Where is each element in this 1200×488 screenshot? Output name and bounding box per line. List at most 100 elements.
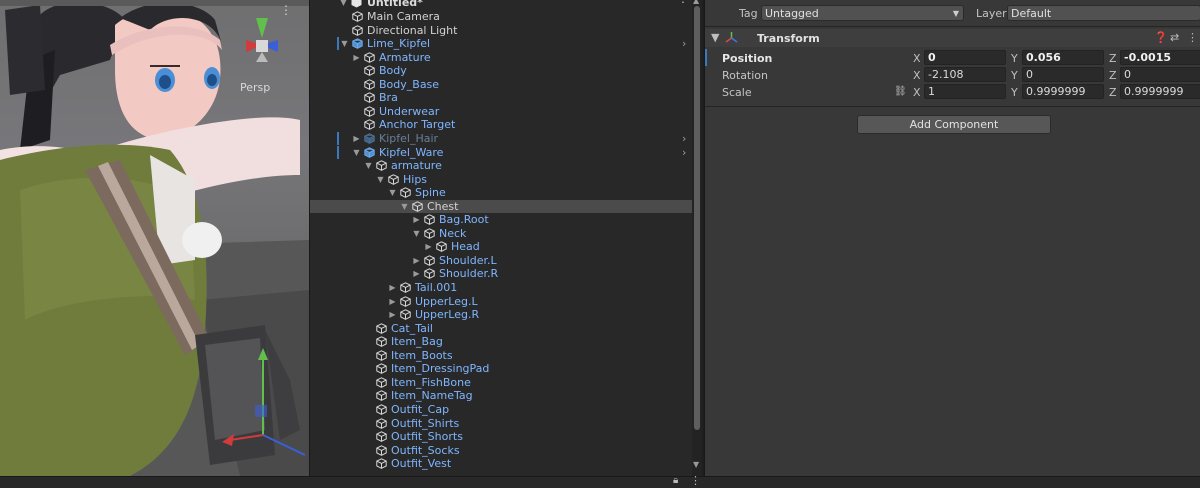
- hierarchy-item[interactable]: Item_Boots: [310, 349, 694, 363]
- scroll-down-icon[interactable]: ▼: [693, 460, 699, 469]
- hierarchy-item[interactable]: Outfit_Cap: [310, 403, 694, 417]
- hierarchy-item[interactable]: ▶ UpperLeg.L: [310, 295, 694, 309]
- axis-x-label[interactable]: X: [913, 86, 921, 99]
- hierarchy-panel[interactable]: ▼ Untitled* ⋮ Main CameraDirectional Lig…: [309, 0, 694, 476]
- hierarchy-item[interactable]: ▼ Spine: [310, 186, 694, 200]
- axis-x-label[interactable]: X: [913, 52, 921, 65]
- scale-z-field[interactable]: 0.9999999: [1120, 84, 1200, 99]
- scene-more-icon[interactable]: ⋮: [280, 3, 292, 17]
- tag-dropdown[interactable]: Untagged ▼: [761, 5, 964, 21]
- hierarchy-item[interactable]: Outfit_Socks: [310, 444, 694, 458]
- hierarchy-item[interactable]: Item_FishBone: [310, 376, 694, 390]
- hierarchy-item[interactable]: ▶ Bag.Root: [310, 213, 694, 227]
- hierarchy-item[interactable]: ▼ Chest: [310, 199, 694, 214]
- hierarchy-item[interactable]: Outfit_Vest: [310, 457, 694, 471]
- position-x-field[interactable]: 0: [924, 50, 1006, 65]
- hierarchy-item[interactable]: ▼ Neck: [310, 227, 694, 241]
- axis-y-label[interactable]: Y: [1011, 52, 1018, 65]
- hierarchy-item[interactable]: ▶ UpperLeg.R: [310, 308, 694, 322]
- hierarchy-item[interactable]: Outfit_Shorts: [310, 430, 694, 444]
- hierarchy-item[interactable]: Bra: [310, 91, 694, 105]
- expand-arrow-right-icon[interactable]: ▶: [412, 215, 421, 224]
- expand-arrow-down-icon[interactable]: ▼: [352, 148, 361, 157]
- expand-arrow-down-icon[interactable]: ▼: [388, 188, 397, 197]
- scroll-up-icon[interactable]: ▲: [693, 0, 699, 5]
- rotation-y-field[interactable]: 0: [1022, 67, 1104, 82]
- expand-arrow-right-icon[interactable]: ▶: [388, 283, 397, 292]
- presets-icon[interactable]: ⇄: [1170, 31, 1179, 44]
- axis-z-label[interactable]: Z: [1109, 52, 1117, 65]
- hierarchy-scrollbar[interactable]: ▲ ▼: [692, 0, 702, 476]
- scale-x-field[interactable]: 1: [924, 84, 1006, 99]
- rotation-z-field[interactable]: 0: [1120, 67, 1200, 82]
- panel-menu-icon[interactable]: ⋮: [690, 474, 701, 487]
- gameobject-icon: [376, 404, 387, 415]
- hierarchy-item[interactable]: ▼ armature: [310, 159, 694, 173]
- hierarchy-item[interactable]: Item_NameTag: [310, 389, 694, 403]
- constrain-proportions-icon[interactable]: ⛓: [894, 86, 907, 97]
- hierarchy-item[interactable]: ▶ Armature: [310, 51, 694, 65]
- position-y-field[interactable]: 0.056: [1022, 50, 1104, 65]
- axis-x-label[interactable]: X: [913, 69, 921, 82]
- expand-arrow-down-icon[interactable]: ▼: [400, 202, 409, 211]
- open-prefab-chevron-icon[interactable]: ›: [682, 37, 686, 51]
- expand-arrow-right-icon[interactable]: ▶: [388, 310, 397, 319]
- expand-arrow-down-icon[interactable]: ▼: [412, 229, 421, 238]
- hierarchy-item[interactable]: ▶ Shoulder.R: [310, 267, 694, 281]
- add-component-button[interactable]: Add Component: [857, 115, 1051, 134]
- hierarchy-item[interactable]: ▶ Tail.001: [310, 281, 694, 295]
- expand-arrow-right-icon[interactable]: ▶: [412, 256, 421, 265]
- hierarchy-item[interactable]: Body: [310, 64, 694, 78]
- position-label[interactable]: Position: [722, 52, 772, 65]
- hierarchy-item[interactable]: Cat_Tail: [310, 322, 694, 336]
- layer-dropdown[interactable]: Default: [1007, 5, 1200, 21]
- axis-y-label[interactable]: Y: [1011, 69, 1018, 82]
- scale-label[interactable]: Scale: [722, 86, 752, 99]
- scale-y-field[interactable]: 0.9999999: [1022, 84, 1104, 99]
- hierarchy-scene-row[interactable]: ▼ Untitled* ⋮: [310, 0, 694, 10]
- hierarchy-item[interactable]: Outfit_Shirts: [310, 417, 694, 431]
- expand-arrow-down-icon[interactable]: ▼: [364, 161, 373, 170]
- expand-arrow-right-icon[interactable]: ▶: [388, 297, 397, 306]
- hierarchy-item-label: Item_FishBone: [391, 375, 471, 389]
- hierarchy-item[interactable]: Body_Base: [310, 78, 694, 92]
- gameobject-icon: [376, 160, 387, 171]
- hierarchy-item[interactable]: ▼ Lime_Kipfel ›: [310, 37, 694, 51]
- expand-arrow-right-icon[interactable]: ▶: [412, 269, 421, 278]
- lock-icon[interactable]: 🔒︎: [673, 475, 678, 486]
- scrollbar-thumb[interactable]: [694, 6, 700, 430]
- component-menu-icon[interactable]: ⋮: [1187, 31, 1198, 44]
- rotation-label[interactable]: Rotation: [722, 69, 768, 82]
- expand-arrow-down-icon[interactable]: ▼: [340, 39, 349, 48]
- foldout-arrow-icon[interactable]: ▼: [711, 31, 719, 44]
- collapse-arrow-icon[interactable]: ▼: [339, 0, 348, 7]
- help-icon[interactable]: ❓: [1154, 31, 1168, 44]
- hierarchy-item[interactable]: Underwear: [310, 105, 694, 119]
- hierarchy-item[interactable]: Item_DressingPad: [310, 362, 694, 376]
- open-prefab-chevron-icon[interactable]: ›: [682, 146, 686, 160]
- expand-arrow-right-icon[interactable]: ▶: [352, 134, 361, 143]
- projection-label[interactable]: Persp: [240, 81, 270, 94]
- axis-z-label[interactable]: Z: [1109, 69, 1117, 82]
- hierarchy-item[interactable]: Main Camera: [310, 10, 694, 24]
- position-z-field[interactable]: -0.0015: [1120, 50, 1200, 65]
- hierarchy-item[interactable]: ▼ Kipfel_Ware ›: [310, 145, 694, 160]
- axis-y-label[interactable]: Y: [1011, 86, 1018, 99]
- hierarchy-item[interactable]: ▶ Head: [310, 240, 694, 254]
- hierarchy-item[interactable]: Anchor Target: [310, 118, 694, 132]
- hierarchy-item[interactable]: Item_Bag: [310, 335, 694, 349]
- gameobject-icon: [364, 51, 375, 63]
- hierarchy-item[interactable]: Directional Light: [310, 24, 694, 38]
- hierarchy-item[interactable]: ▶ Kipfel_Hair ›: [310, 131, 694, 146]
- expand-arrow-right-icon[interactable]: ▶: [424, 242, 433, 251]
- expand-arrow-right-icon[interactable]: ▶: [352, 53, 361, 62]
- open-prefab-chevron-icon[interactable]: ›: [682, 132, 686, 146]
- scene-view[interactable]: ⋮ Persp: [0, 0, 309, 476]
- axis-z-label[interactable]: Z: [1109, 86, 1117, 99]
- scene-menu-icon[interactable]: ⋮: [677, 0, 689, 6]
- hierarchy-item[interactable]: ▼ Hips: [310, 173, 694, 187]
- transform-header[interactable]: ▼ Transform ❓ ⇄ ⋮: [705, 29, 1200, 47]
- hierarchy-item[interactable]: ▶ Shoulder.L: [310, 254, 694, 268]
- rotation-x-field[interactable]: -2.108: [924, 67, 1006, 82]
- expand-arrow-down-icon[interactable]: ▼: [376, 175, 385, 184]
